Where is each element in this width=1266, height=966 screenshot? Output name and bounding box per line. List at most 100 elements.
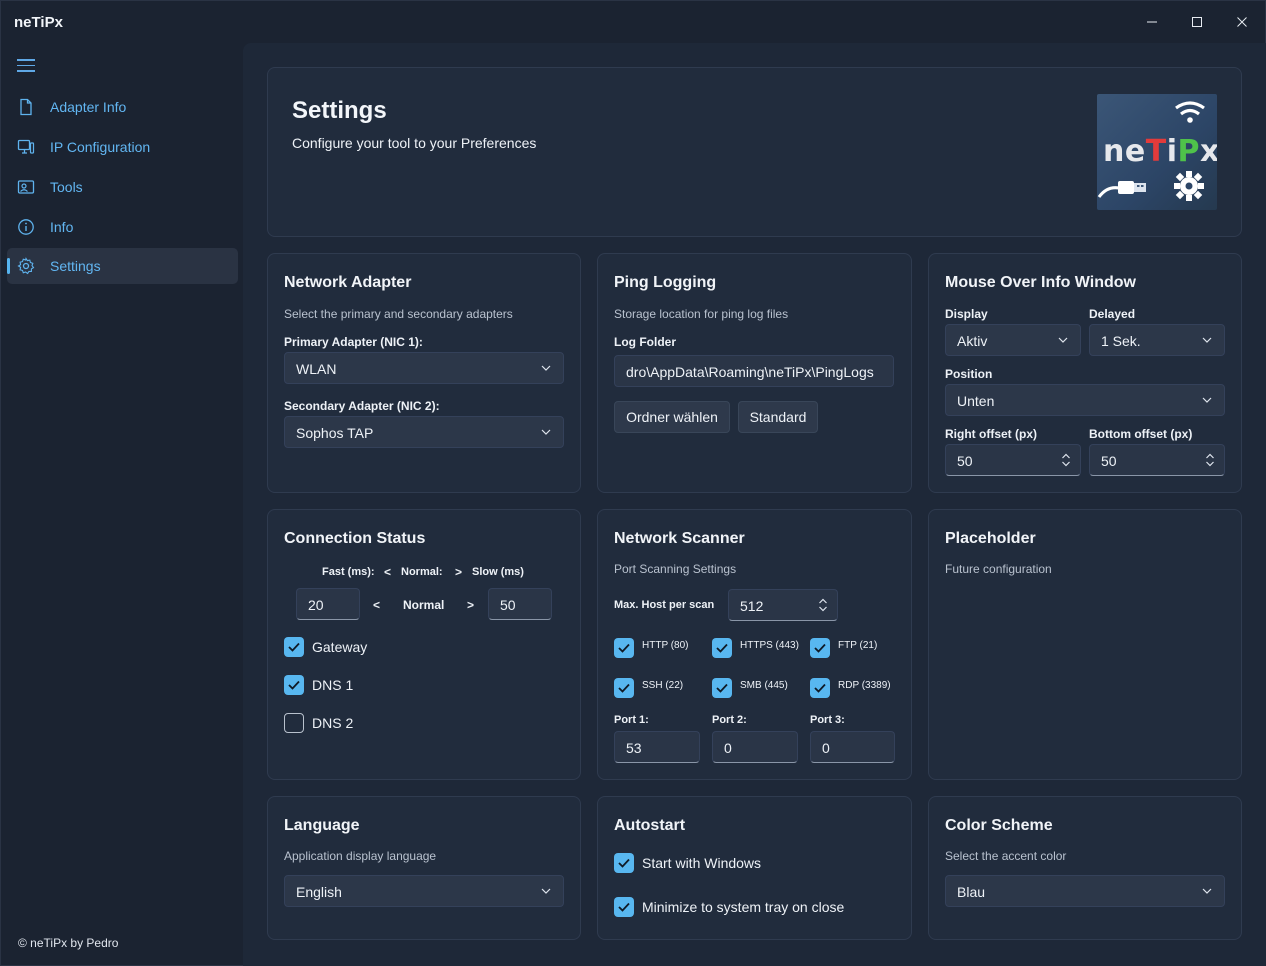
fast-label: Fast (ms): [322, 566, 375, 578]
language-select[interactable]: English [284, 875, 564, 907]
minimize-to-tray-label: Minimize to system tray on close [642, 899, 845, 915]
port2-label: Port 2: [712, 714, 747, 726]
minimize-button[interactable] [1129, 7, 1175, 37]
dns2-checkbox[interactable] [284, 713, 304, 733]
language-card: Language Application display language En… [267, 796, 581, 940]
log-folder-value: dro\AppData\Roaming\neTiPx\PingLogs [626, 364, 874, 380]
port2-field[interactable]: 0 [712, 731, 798, 763]
max-host-stepper[interactable]: 512 [728, 589, 838, 621]
info-icon [18, 219, 34, 235]
card-title: Autostart [614, 817, 686, 834]
spin-arrows-icon[interactable] [818, 598, 828, 612]
smb-port-checkbox[interactable] [712, 678, 732, 698]
hamburger-menu-icon[interactable] [17, 59, 35, 76]
network-adapter-card: Network Adapter Select the primary and s… [267, 253, 581, 493]
less-than-symbol: < [384, 565, 392, 579]
page-subtitle: Configure your tool to your Preferences [292, 135, 537, 151]
card-title: Language [284, 817, 360, 834]
port1-value: 53 [626, 740, 642, 756]
minimize-icon [1147, 21, 1157, 23]
toolbox-icon [17, 180, 35, 194]
placeholder-card: Placeholder Future configuration [928, 509, 1242, 780]
app-title: neTiPx [14, 14, 63, 31]
smb-port-label: SMB (445) [740, 680, 788, 691]
card-title: Mouse Over Info Window [945, 274, 1136, 291]
port1-label: Port 1: [614, 714, 649, 726]
mouse-over-card: Mouse Over Info Window Display Aktiv Del… [928, 253, 1242, 493]
slow-ms-field[interactable]: 50 [488, 588, 552, 620]
display-select[interactable]: Aktiv [945, 324, 1081, 356]
default-folder-button[interactable]: Standard [738, 401, 818, 433]
minimize-to-tray-checkbox[interactable] [614, 897, 634, 917]
sidebar-item-ip-configuration[interactable]: IP Configuration [7, 129, 238, 165]
card-title: Connection Status [284, 530, 426, 547]
page-title: Settings [292, 97, 387, 124]
gateway-checkbox[interactable] [284, 637, 304, 657]
fast-ms-field[interactable]: 20 [296, 588, 360, 620]
connection-status-card: Connection Status Fast (ms): < Normal: >… [267, 509, 581, 780]
card-title: Ping Logging [614, 274, 717, 291]
dns1-label: DNS 1 [312, 677, 354, 693]
ping-logging-card: Ping Logging Storage location for ping l… [597, 253, 912, 493]
https-port-checkbox[interactable] [712, 638, 732, 658]
http-port-checkbox[interactable] [614, 638, 634, 658]
footer-credit: © neTiPx by Pedro [18, 936, 119, 950]
log-folder-field[interactable]: dro\AppData\Roaming\neTiPx\PingLogs [614, 355, 894, 387]
card-subtitle: Future configuration [945, 562, 1052, 576]
autostart-card: Autostart Start with Windows Minimize to… [597, 796, 912, 940]
title-bar: neTiPx [1, 1, 1266, 43]
close-button[interactable] [1219, 7, 1265, 37]
position-select[interactable]: Unten [945, 384, 1225, 416]
stepper-value: 50 [957, 453, 973, 469]
rdp-port-checkbox[interactable] [810, 678, 830, 698]
choose-folder-button[interactable]: Ordner wählen [614, 401, 730, 433]
port3-value: 0 [822, 740, 830, 756]
card-title: Network Scanner [614, 530, 745, 547]
spin-arrows-icon[interactable] [1205, 453, 1215, 467]
right-offset-stepper[interactable]: 50 [945, 444, 1081, 476]
stepper-value: 512 [740, 598, 764, 614]
secondary-adapter-select[interactable]: Sophos TAP [284, 416, 564, 448]
sidebar-item-tools[interactable]: Tools [7, 169, 238, 205]
chevron-down-icon [541, 887, 551, 895]
secondary-adapter-label: Secondary Adapter (NIC 2): [284, 399, 440, 413]
ftp-port-checkbox[interactable] [810, 638, 830, 658]
start-with-windows-checkbox[interactable] [614, 853, 634, 873]
color-scheme-select[interactable]: Blau [945, 875, 1225, 907]
card-subtitle: Application display language [284, 849, 437, 863]
maximize-icon [1192, 17, 1202, 27]
select-value: Blau [957, 884, 986, 900]
ssh-port-label: SSH (22) [642, 680, 684, 691]
card-subtitle: Storage location for ping log files [614, 307, 789, 321]
primary-adapter-select[interactable]: WLAN [284, 352, 564, 384]
port2-value: 0 [724, 740, 732, 756]
select-value: WLAN [296, 361, 337, 377]
https-port-label: HTTPS (443) [740, 640, 799, 651]
chevron-down-icon [1202, 396, 1212, 404]
select-value: Sophos TAP [296, 425, 374, 441]
position-label: Position [945, 367, 993, 381]
right-offset-label: Right offset (px) [945, 427, 1037, 441]
start-with-windows-label: Start with Windows [642, 855, 762, 871]
dns2-label: DNS 2 [312, 715, 354, 731]
card-subtitle: Port Scanning Settings [614, 562, 737, 576]
select-value: 1 Sek. [1101, 333, 1141, 349]
checkmark-icon [617, 642, 631, 654]
sidebar-item-settings[interactable]: Settings [7, 248, 238, 284]
delayed-select[interactable]: 1 Sek. [1089, 324, 1225, 356]
sidebar-item-label: Info [50, 219, 74, 235]
dns1-checkbox[interactable] [284, 675, 304, 695]
port1-field[interactable]: 53 [614, 731, 700, 763]
sidebar-item-info[interactable]: Info [7, 209, 238, 245]
port3-field[interactable]: 0 [810, 731, 895, 763]
bottom-offset-stepper[interactable]: 50 [1089, 444, 1225, 476]
delayed-label: Delayed [1089, 307, 1136, 321]
chevron-down-icon [1058, 336, 1068, 344]
spin-arrows-icon[interactable] [1061, 453, 1071, 467]
select-value: Aktiv [957, 333, 988, 349]
checkmark-icon [813, 642, 827, 654]
ssh-port-checkbox[interactable] [614, 678, 634, 698]
maximize-button[interactable] [1174, 7, 1220, 37]
sidebar-item-adapter-info[interactable]: Adapter Info [7, 89, 238, 125]
checkmark-icon [813, 682, 827, 694]
